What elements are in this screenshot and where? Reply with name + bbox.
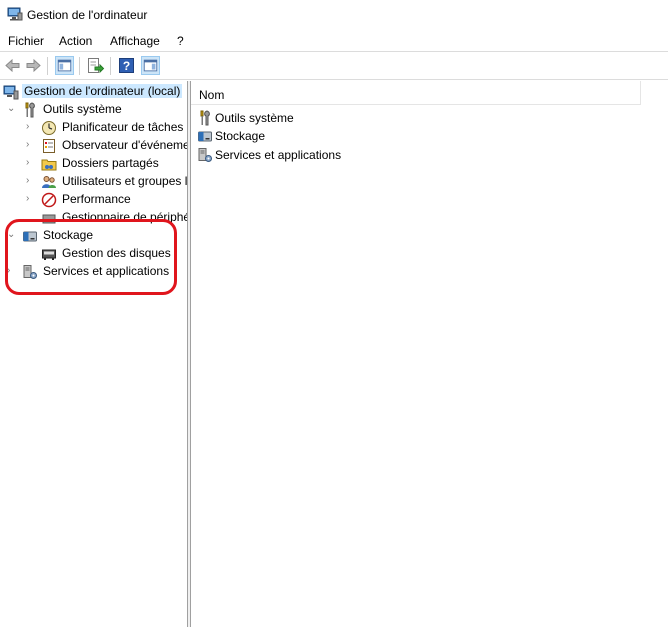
list-item-label: Outils système bbox=[215, 111, 294, 125]
computer-management-icon bbox=[3, 85, 19, 100]
event-viewer-icon bbox=[43, 139, 55, 153]
expanded-chevron-icon[interactable]: ⌄ bbox=[7, 230, 16, 240]
storage-icon bbox=[23, 231, 37, 242]
menu-affichage[interactable]: Affichage bbox=[109, 34, 161, 48]
tree-item-label: Services et applications bbox=[43, 264, 170, 278]
tree-item-performance[interactable]: › Performance bbox=[0, 191, 187, 209]
action-pane-icon[interactable] bbox=[141, 56, 160, 75]
tree-item-label: Dossiers partagés bbox=[62, 156, 159, 170]
window-title: Gestion de l'ordinateur bbox=[27, 8, 148, 22]
computer-management-icon bbox=[7, 7, 23, 21]
collapsed-chevron-icon[interactable]: › bbox=[26, 176, 35, 186]
tree-item-services[interactable]: › Services et applications bbox=[0, 263, 187, 281]
tree-item-dossiers-partages[interactable]: › Dossiers partagés bbox=[0, 155, 187, 173]
tools-icon bbox=[200, 110, 210, 126]
users-groups-icon bbox=[42, 176, 56, 188]
tree-item-gestion-disques[interactable]: Gestion des disques bbox=[0, 245, 187, 263]
svg-text:?: ? bbox=[123, 59, 130, 73]
tools-icon bbox=[25, 102, 35, 118]
menu-action[interactable]: Action bbox=[58, 34, 93, 48]
list-item-label: Services et applications bbox=[215, 148, 342, 162]
tree-item-stockage[interactable]: ⌄ Stockage bbox=[0, 227, 187, 245]
toolbar: ? bbox=[0, 51, 668, 80]
device-manager-icon bbox=[42, 214, 56, 224]
menu-fichier[interactable]: Fichier bbox=[7, 34, 45, 48]
toolbar-separator bbox=[110, 57, 111, 75]
performance-icon bbox=[41, 192, 57, 208]
tree-item-utilisateurs[interactable]: › Utilisateurs et groupes l bbox=[0, 173, 187, 191]
tree-item-label: Gestion de l'ordinateur (local) bbox=[22, 84, 183, 98]
tree-item-root[interactable]: Gestion de l'ordinateur (local) bbox=[0, 83, 187, 101]
shared-folder-icon bbox=[41, 159, 57, 171]
collapsed-chevron-icon[interactable]: › bbox=[7, 266, 16, 276]
services-icon bbox=[198, 148, 212, 162]
collapsed-chevron-icon[interactable]: › bbox=[26, 194, 35, 204]
back-arrow-icon[interactable] bbox=[3, 56, 22, 75]
column-header-nom[interactable]: Nom bbox=[191, 81, 641, 105]
column-header-label: Nom bbox=[199, 88, 225, 102]
forward-arrow-icon[interactable] bbox=[24, 56, 43, 75]
tree-item-gestionnaire[interactable]: Gestionnaire de périphé bbox=[0, 209, 187, 227]
tree-item-label: Gestionnaire de périphé bbox=[62, 210, 187, 224]
tree-item-outils-systeme[interactable]: ⌄ Outils système bbox=[0, 101, 187, 119]
collapsed-chevron-icon[interactable]: › bbox=[26, 122, 35, 132]
title-bar: Gestion de l'ordinateur bbox=[0, 0, 668, 30]
tree-item-planificateur[interactable]: › Planificateur de tâches bbox=[0, 119, 187, 137]
list-item-label: Stockage bbox=[215, 129, 266, 143]
help-icon[interactable]: ? bbox=[117, 56, 136, 75]
clock-icon bbox=[42, 121, 56, 135]
tree-item-label: Observateur d'événeme bbox=[62, 138, 187, 152]
disk-management-icon bbox=[42, 249, 56, 260]
tree-item-label: Outils système bbox=[43, 102, 122, 116]
toolbar-separator bbox=[47, 57, 48, 75]
tree-item-label: Planificateur de tâches bbox=[62, 120, 184, 134]
export-list-icon[interactable] bbox=[86, 56, 105, 75]
show-hide-console-tree-icon[interactable] bbox=[55, 56, 74, 75]
collapsed-chevron-icon[interactable]: › bbox=[26, 158, 35, 168]
menu-help[interactable]: ? bbox=[176, 34, 185, 48]
storage-icon bbox=[198, 131, 212, 142]
menu-bar: Fichier Action Affichage ? bbox=[0, 30, 668, 51]
tree-item-label: Gestion des disques bbox=[62, 246, 171, 260]
tree-item-label: Utilisateurs et groupes l bbox=[62, 174, 187, 188]
collapsed-chevron-icon[interactable]: › bbox=[26, 140, 35, 150]
expanded-chevron-icon[interactable]: ⌄ bbox=[7, 104, 16, 114]
services-icon bbox=[23, 265, 37, 279]
console-tree: Gestion de l'ordinateur (local) ⌄ Outils… bbox=[0, 81, 187, 627]
tree-item-label: Stockage bbox=[43, 228, 94, 242]
result-pane: Nom Outils système Stockage Services et … bbox=[191, 81, 668, 627]
tree-item-label: Performance bbox=[62, 192, 131, 206]
tree-item-observateur[interactable]: › Observateur d'événeme bbox=[0, 137, 187, 155]
toolbar-separator bbox=[79, 57, 80, 75]
